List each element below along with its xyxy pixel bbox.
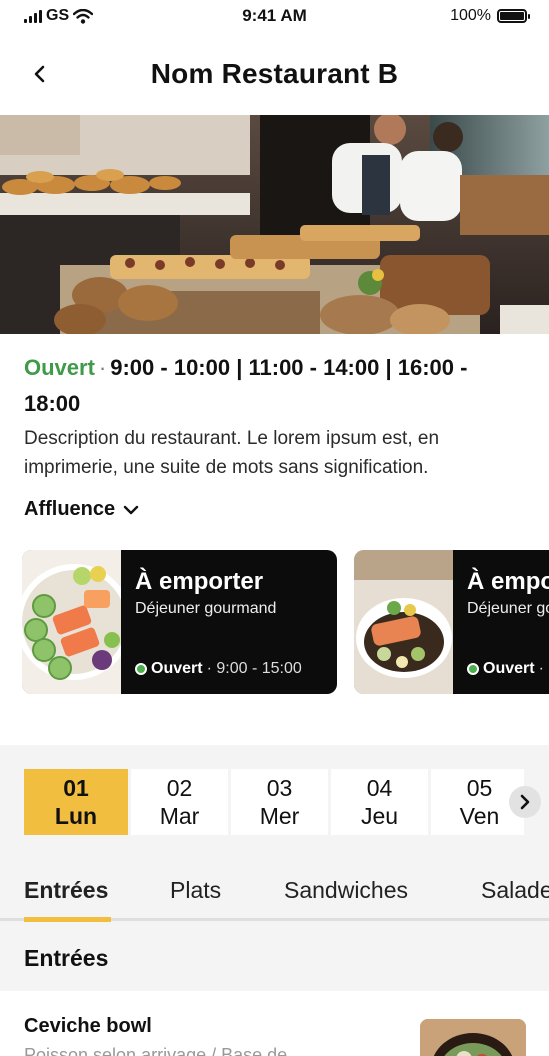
chevron-right-icon xyxy=(520,794,530,810)
battery-percent: 100% xyxy=(450,7,491,24)
card-hours: · 9:00 - 15:00 xyxy=(206,660,302,677)
date-day: Lun xyxy=(54,803,98,829)
nav-header: Nom Restaurant B xyxy=(0,44,549,108)
card-status: Ouvert · 9:00 - 15:00 xyxy=(467,660,549,678)
card-hours: · 9:00 - 15:00 xyxy=(538,660,549,677)
menu-item-image xyxy=(420,1019,526,1056)
date-day: Ven xyxy=(459,803,500,829)
tab-entrees[interactable]: Entrées xyxy=(24,877,108,904)
service-cards: À emporter Déjeuner gourmand Ouvert · 9:… xyxy=(22,550,549,695)
date-item[interactable]: 03 Mer xyxy=(231,769,328,835)
page-title: Nom Restaurant B xyxy=(150,58,399,89)
menu-section: 01 Lun 02 Mar 03 Mer 04 Jeu 05 Ven Entré… xyxy=(0,745,549,1056)
card-status-label: Ouvert xyxy=(151,660,203,677)
date-number: 03 xyxy=(266,775,293,801)
tab-plats[interactable]: Plats xyxy=(170,877,221,904)
tab-sandwiches[interactable]: Sandwiches xyxy=(284,877,408,904)
affluence-label: Affluence xyxy=(24,498,116,520)
menu-item[interactable]: Ceviche bowl Poisson selon arrivage / Ba… xyxy=(0,991,549,1056)
restaurant-hero-image xyxy=(0,115,549,334)
date-day: Jeu xyxy=(360,803,399,829)
card-status: Ouvert · 9:00 - 15:00 xyxy=(135,660,302,678)
service-card[interactable]: À emporter Déjeuner gourmand Ouvert · 9:… xyxy=(22,550,337,694)
menu-item-description: Poisson selon arrivage / Base de xyxy=(24,1045,288,1056)
status-bar: GS 9:41 AM 100% xyxy=(0,0,549,34)
category-tabs: Entrées Plats Sandwiches Salades xyxy=(0,863,549,923)
open-dot-icon xyxy=(135,663,147,675)
date-item[interactable]: 04 Jeu xyxy=(331,769,428,835)
tab-salades[interactable]: Salades xyxy=(481,877,549,904)
active-tab-indicator xyxy=(24,917,111,922)
date-day: Mer xyxy=(259,803,300,829)
card-subtitle: Déjeuner gourmand xyxy=(135,600,277,617)
service-card[interactable]: À emporter Déjeuner gourmand Ouvert · 9:… xyxy=(354,550,549,694)
date-number: 02 xyxy=(166,775,193,801)
status-right: 100% xyxy=(450,7,530,25)
date-selector: 01 Lun 02 Mar 03 Mer 04 Jeu 05 Ven xyxy=(24,769,524,835)
opening-hours: Ouvert · 9:00 - 10:00 | 11:00 - 14:00 | 16… xyxy=(24,350,524,422)
date-number: 04 xyxy=(366,775,393,801)
next-dates-button[interactable] xyxy=(509,786,541,818)
open-status: Ouvert xyxy=(24,355,95,380)
card-status-label: Ouvert xyxy=(483,660,535,677)
card-title: À emporter xyxy=(135,568,264,595)
section-heading: Entrées xyxy=(24,945,109,971)
restaurant-description: Description du restaurant. Le lorem ipsu… xyxy=(24,428,440,478)
date-number: 01 xyxy=(63,775,89,801)
menu-item-name: Ceviche bowl xyxy=(24,1015,152,1037)
date-item[interactable]: 01 Lun xyxy=(24,769,128,835)
date-number: 05 xyxy=(466,775,493,801)
card-subtitle: Déjeuner gourmand xyxy=(467,600,549,617)
salmon-plate-image xyxy=(354,550,453,694)
open-dot-icon xyxy=(467,663,479,675)
card-body: À emporter Déjeuner gourmand Ouvert · 9:… xyxy=(121,550,337,694)
bakery-photo xyxy=(0,115,549,334)
status-separator: · xyxy=(98,355,107,380)
chevron-down-icon xyxy=(123,505,139,514)
battery-icon xyxy=(497,9,530,23)
affluence-toggle[interactable]: Affluence xyxy=(24,498,139,521)
card-title: À emporter xyxy=(467,568,549,595)
card-body: À emporter Déjeuner gourmand Ouvert · 9:… xyxy=(453,550,549,694)
date-day: Mar xyxy=(159,803,200,829)
salmon-bowl-image xyxy=(22,550,132,694)
date-item[interactable]: 02 Mar xyxy=(131,769,228,835)
